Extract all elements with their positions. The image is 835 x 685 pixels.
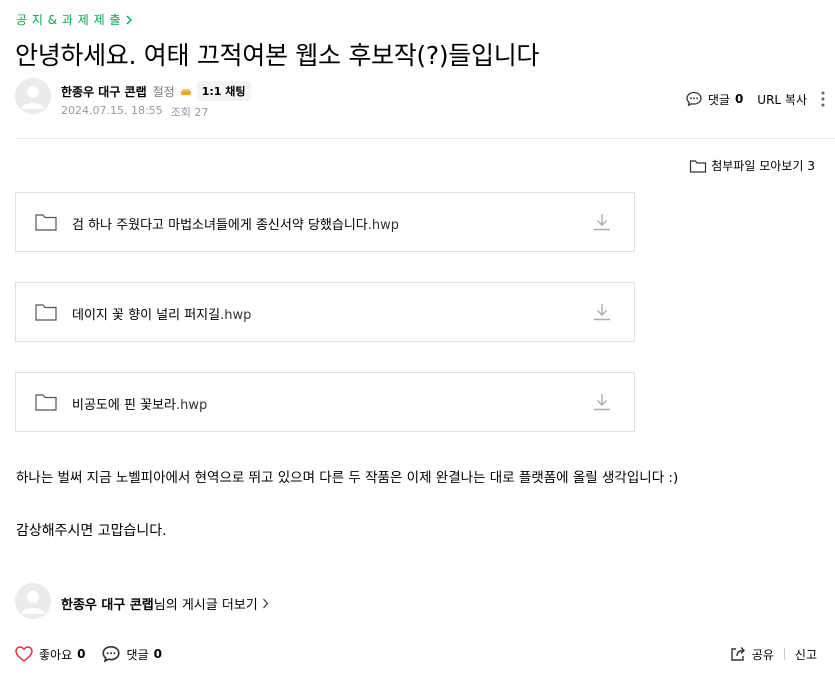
like-button[interactable]: 좋아요 0	[14, 644, 85, 664]
post-body-paragraph: 하나는 벌써 지금 노벨피아에서 현역으로 뛰고 있으며 다른 두 작품은 이제…	[16, 470, 679, 486]
file-name[interactable]: 데이지 꽃 향이 널리 퍼지길.hwp	[72, 304, 251, 323]
download-icon[interactable]	[592, 302, 612, 322]
author-name[interactable]: 한종우 대구 콘랩	[61, 83, 147, 100]
author-grade: 절정	[152, 84, 175, 99]
folder-icon	[35, 394, 57, 411]
default-profile-icon	[15, 78, 51, 114]
more-posts-link[interactable]: 한종우 대구 콘랩님의 게시글 더보기	[61, 594, 269, 613]
attachments-count: 3	[807, 158, 815, 173]
folder-icon	[35, 304, 57, 321]
separator	[783, 648, 785, 660]
reaction-bar: 좋아요 0 댓글 0	[14, 644, 162, 664]
url-copy-button[interactable]: URL 복사	[757, 91, 807, 108]
post-meta: 2024.07.15. 18:55 조회 27	[61, 104, 208, 120]
post-date: 2024.07.15. 18:55	[61, 104, 163, 117]
comment-count: 0	[153, 647, 162, 661]
grade-level-icon	[180, 88, 191, 95]
like-label: 좋아요	[39, 647, 73, 662]
more-posts-author: 한종우 대구 콘랩	[61, 598, 154, 613]
folder-icon	[35, 214, 57, 231]
comment-count: 0	[734, 92, 744, 106]
download-icon[interactable]	[592, 392, 612, 412]
comment-button[interactable]: 댓글 0	[685, 90, 743, 108]
post-actions: 댓글 0 URL 복사	[685, 90, 825, 108]
comment-button[interactable]: 댓글 0	[101, 644, 162, 664]
more-posts-label: 님의 게시글 더보기	[153, 598, 258, 613]
attachments-toggle[interactable]: 첨부파일 모아보기 3	[689, 157, 815, 174]
share-bar: 공유 신고	[729, 645, 817, 663]
share-button[interactable]: 공유	[729, 645, 774, 663]
default-profile-icon	[15, 583, 51, 619]
file-name[interactable]: 비공도에 핀 꽃보라.hwp	[72, 394, 207, 413]
share-icon	[731, 647, 745, 661]
avatar[interactable]	[15, 583, 51, 619]
download-icon[interactable]	[592, 212, 612, 232]
avatar[interactable]	[15, 78, 51, 114]
post-views: 조회 27	[170, 106, 209, 119]
chevron-right-icon	[126, 15, 132, 24]
like-count: 0	[77, 647, 86, 661]
author-line: 한종우 대구 콘랩 절정 1:1 채팅	[61, 81, 251, 101]
page-title: 안녕하세요. 여태 끄적여본 웹소 후보작(?)들입니다	[15, 41, 540, 70]
file-attachment[interactable]: 검 하나 주웠다고 마법소녀들에게 종신서약 당했습니다.hwp	[15, 192, 635, 252]
chat-button[interactable]: 1:1 채팅	[196, 81, 251, 101]
breadcrumb[interactable]: 공 지 & 과 제 제 출	[16, 11, 133, 28]
post-body-paragraph: 감상해주시면 고맙습니다.	[16, 523, 167, 539]
file-attachment[interactable]: 비공도에 핀 꽃보라.hwp	[15, 372, 635, 432]
comment-icon	[686, 91, 702, 107]
folder-icon	[690, 159, 707, 173]
comment-icon	[102, 645, 121, 663]
file-name[interactable]: 검 하나 주웠다고 마법소녀들에게 종신서약 당했습니다.hwp	[72, 214, 399, 233]
comment-label: 댓글	[707, 92, 730, 107]
attachments-toggle-label: 첨부파일 모아보기	[711, 159, 804, 173]
header-divider	[15, 138, 835, 139]
heart-icon	[15, 646, 33, 662]
more-options-icon[interactable]	[821, 91, 825, 107]
chevron-right-icon	[262, 598, 269, 609]
comment-label: 댓글	[126, 647, 149, 662]
report-button[interactable]: 신고	[795, 646, 817, 663]
breadcrumb-label[interactable]: 공 지 & 과 제 제 출	[16, 11, 121, 28]
share-label: 공유	[751, 647, 774, 662]
file-attachment[interactable]: 데이지 꽃 향이 널리 퍼지길.hwp	[15, 282, 635, 342]
